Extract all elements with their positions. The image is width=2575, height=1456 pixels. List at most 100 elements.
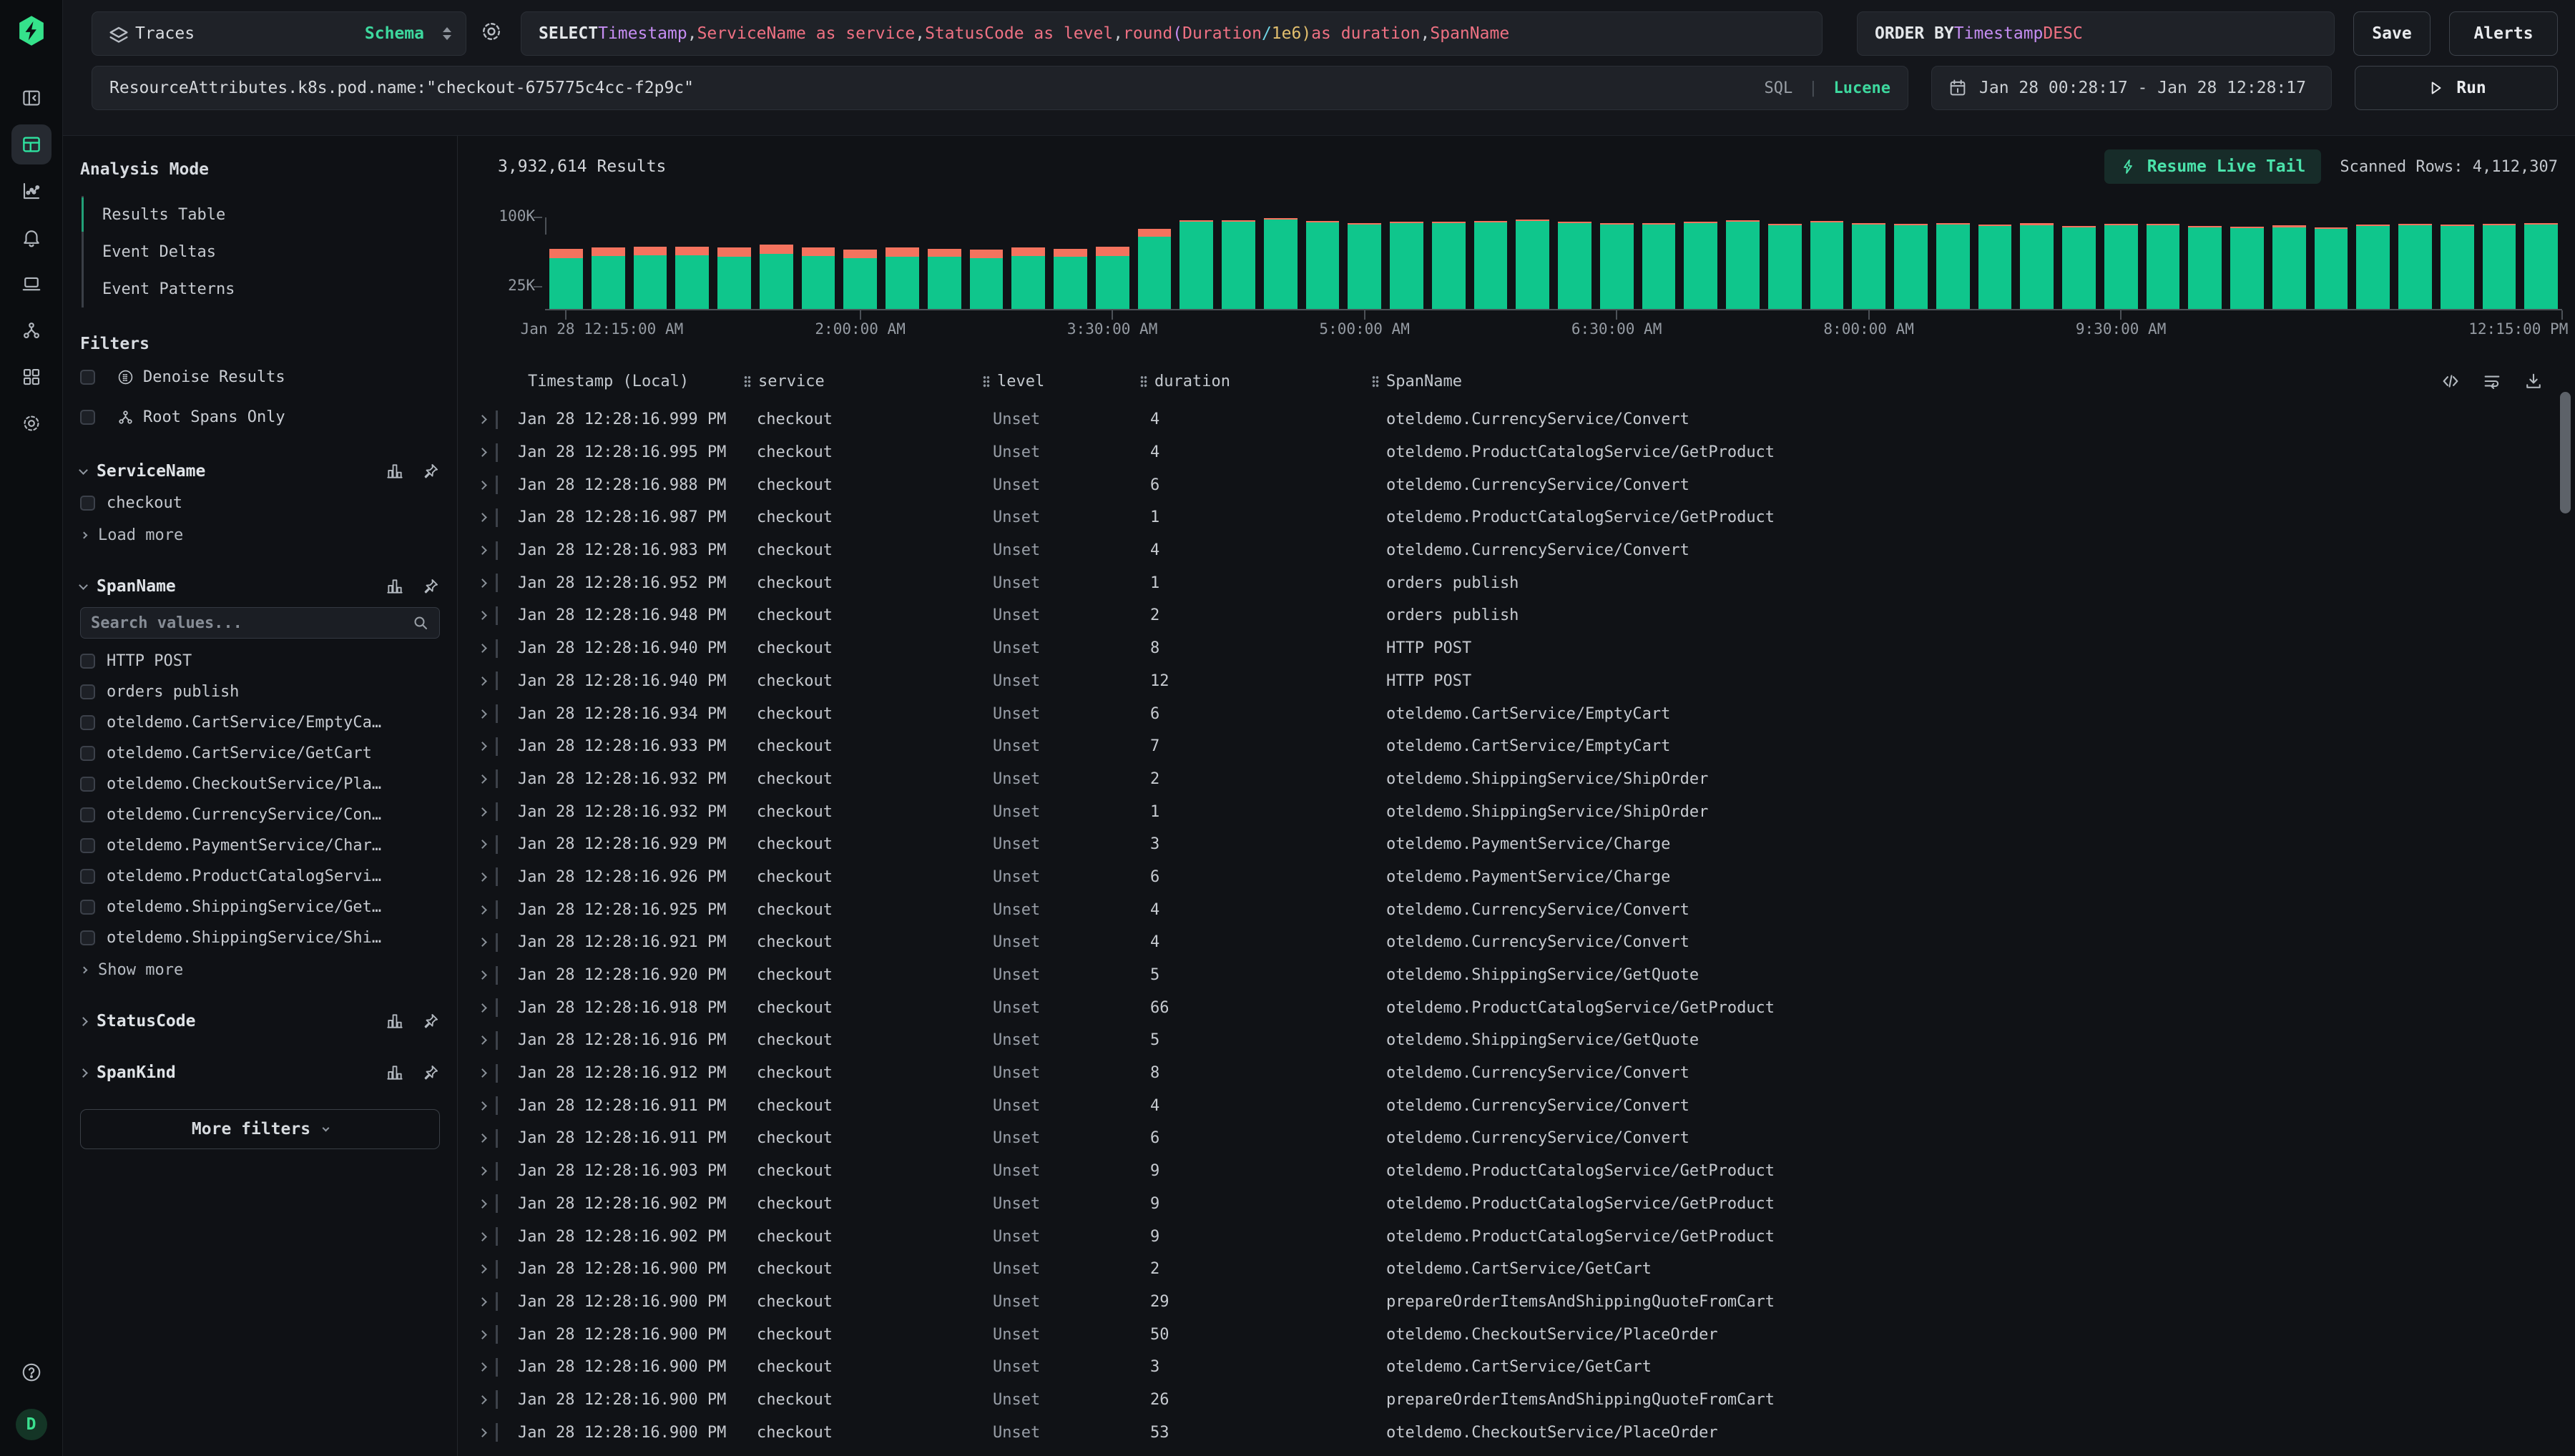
checkbox[interactable]: [80, 746, 95, 761]
table-row[interactable]: Jan 28 12:28:16.900 PMcheckoutUnset2otel…: [458, 1253, 2575, 1286]
histogram-bar[interactable]: [1810, 221, 1844, 309]
row-expand-chevron[interactable]: [478, 513, 487, 523]
row-expand-chevron[interactable]: [478, 1232, 487, 1241]
row-expand-chevron[interactable]: [478, 579, 487, 588]
row-expand-chevron[interactable]: [478, 709, 487, 719]
rail-item-chart-explorer[interactable]: [11, 171, 52, 211]
histogram-bar[interactable]: [2147, 224, 2180, 309]
row-expand-chevron[interactable]: [478, 1166, 487, 1176]
row-expand-chevron[interactable]: [478, 1068, 487, 1078]
histogram-bar[interactable]: [2398, 224, 2432, 309]
download-results-button[interactable]: [2524, 371, 2544, 391]
scrollbar-thumb[interactable]: [2560, 392, 2571, 513]
run-button[interactable]: Run: [2355, 66, 2558, 110]
histogram-bar[interactable]: [2356, 225, 2390, 309]
table-row[interactable]: Jan 28 12:28:16.925 PMcheckoutUnset4otel…: [458, 893, 2575, 926]
column-header-service[interactable]: service: [744, 373, 983, 390]
column-header-timestamp-local-[interactable]: Timestamp (Local): [514, 373, 744, 390]
facet-chart-icon[interactable]: [386, 462, 404, 481]
checkbox[interactable]: [80, 869, 95, 884]
histogram-bar[interactable]: [634, 247, 667, 309]
table-row[interactable]: Jan 28 12:28:16.983 PMcheckoutUnset4otel…: [458, 534, 2575, 567]
source-settings-gear-icon[interactable]: [479, 19, 508, 48]
histogram-bar[interactable]: [592, 247, 625, 309]
facet-value-row[interactable]: oteldemo.CheckoutService/Pla…: [80, 769, 440, 800]
histogram-bar[interactable]: [675, 247, 709, 309]
table-row[interactable]: Jan 28 12:28:16.920 PMcheckoutUnset5otel…: [458, 959, 2575, 992]
facet-pin-icon[interactable]: [421, 1012, 440, 1030]
row-expand-chevron[interactable]: [478, 872, 487, 882]
histogram-bar[interactable]: [1054, 249, 1087, 309]
view-code-button[interactable]: [2441, 371, 2461, 391]
histogram-bar[interactable]: [2272, 225, 2306, 309]
histogram-bar[interactable]: [1558, 222, 1591, 309]
table-row[interactable]: Jan 28 12:28:16.952 PMcheckoutUnset1orde…: [458, 566, 2575, 599]
histogram-bar[interactable]: [1474, 221, 1508, 309]
row-expand-chevron[interactable]: [478, 1330, 487, 1339]
histogram-bar[interactable]: [2230, 227, 2264, 309]
facet-header-StatusCode[interactable]: StatusCode: [80, 1005, 440, 1038]
histogram-bar[interactable]: [2315, 227, 2348, 309]
facet-value-row[interactable]: oteldemo.ShippingService/Shi…: [80, 923, 440, 953]
table-row[interactable]: Jan 28 12:28:16.988 PMcheckoutUnset6otel…: [458, 468, 2575, 501]
facet-header-SpanName[interactable]: SpanName: [80, 570, 440, 603]
table-row[interactable]: Jan 28 12:28:16.900 PMcheckoutUnset53ote…: [458, 1416, 2575, 1449]
filter-toggle[interactable]: Denoise Results: [80, 358, 440, 396]
facet-load-more[interactable]: Load more: [80, 518, 440, 551]
table-row[interactable]: Jan 28 12:28:16.926 PMcheckoutUnset6otel…: [458, 861, 2575, 894]
histogram-bar[interactable]: [1684, 222, 1717, 309]
row-expand-chevron[interactable]: [478, 742, 487, 751]
row-expand-chevron[interactable]: [478, 1395, 487, 1405]
rail-item-alerts[interactable]: [11, 217, 52, 257]
table-row[interactable]: Jan 28 12:28:16.933 PMcheckoutUnset7otel…: [458, 730, 2575, 763]
checkbox[interactable]: [80, 715, 95, 730]
histogram-bar[interactable]: [1348, 223, 1381, 309]
histogram-bar[interactable]: [802, 247, 835, 309]
histogram-bar[interactable]: [1222, 220, 1255, 309]
histogram-bar[interactable]: [1096, 247, 1129, 309]
histogram-bar[interactable]: [1726, 220, 1760, 309]
column-header-duration[interactable]: duration: [1140, 373, 1372, 390]
facet-value-row[interactable]: oteldemo.CurrencyService/Con…: [80, 800, 440, 830]
checkbox[interactable]: [80, 496, 95, 511]
help-button[interactable]: [11, 1352, 52, 1392]
histogram-bar[interactable]: [2104, 224, 2138, 309]
checkbox[interactable]: [80, 838, 95, 853]
table-row[interactable]: Jan 28 12:28:16.902 PMcheckoutUnset9otel…: [458, 1188, 2575, 1221]
analysis-mode-event-patterns[interactable]: Event Patterns: [84, 270, 440, 308]
facet-show-more[interactable]: Show more: [80, 953, 440, 986]
checkbox[interactable]: [80, 684, 95, 699]
row-expand-chevron[interactable]: [478, 481, 487, 490]
user-avatar[interactable]: D: [16, 1409, 47, 1440]
histogram-bar[interactable]: [1642, 223, 1676, 309]
histogram-bar[interactable]: [549, 249, 583, 310]
facet-search-box[interactable]: [80, 607, 440, 639]
rail-item-services[interactable]: [11, 310, 52, 350]
facet-value-row[interactable]: oteldemo.PaymentService/Char…: [80, 830, 440, 861]
rail-item-sessions[interactable]: [11, 264, 52, 304]
row-expand-chevron[interactable]: [478, 1101, 487, 1111]
histogram-bar[interactable]: [2483, 224, 2516, 309]
schema-link[interactable]: Schema: [365, 24, 424, 43]
column-header-level[interactable]: level: [983, 373, 1140, 390]
analysis-mode-results-table[interactable]: Results Table: [84, 196, 440, 233]
histogram-bar[interactable]: [1138, 229, 1172, 309]
filter-toggle[interactable]: Root Spans Only: [80, 398, 440, 436]
histogram-bar[interactable]: [1852, 223, 1885, 309]
table-row[interactable]: Jan 28 12:28:16.912 PMcheckoutUnset8otel…: [458, 1057, 2575, 1090]
table-row[interactable]: Jan 28 12:28:16.916 PMcheckoutUnset5otel…: [458, 1024, 2575, 1057]
wrap-lines-button[interactable]: [2482, 371, 2502, 391]
table-row[interactable]: Jan 28 12:28:16.995 PMcheckoutUnset4otel…: [458, 436, 2575, 469]
rail-item-search-results[interactable]: [11, 124, 52, 164]
row-expand-chevron[interactable]: [478, 611, 487, 621]
row-expand-chevron[interactable]: [478, 840, 487, 849]
checkbox[interactable]: [80, 370, 95, 385]
histogram-bar[interactable]: [886, 247, 919, 309]
row-expand-chevron[interactable]: [478, 905, 487, 915]
table-row[interactable]: Jan 28 12:28:16.900 PMcheckoutUnset29pre…: [458, 1286, 2575, 1319]
row-expand-chevron[interactable]: [478, 677, 487, 686]
table-row[interactable]: Jan 28 12:28:16.987 PMcheckoutUnset1otel…: [458, 501, 2575, 534]
facet-value-row[interactable]: oteldemo.CartService/GetCart: [80, 738, 440, 769]
histogram-bar[interactable]: [1179, 220, 1213, 309]
rail-item-dashboards[interactable]: [11, 357, 52, 397]
